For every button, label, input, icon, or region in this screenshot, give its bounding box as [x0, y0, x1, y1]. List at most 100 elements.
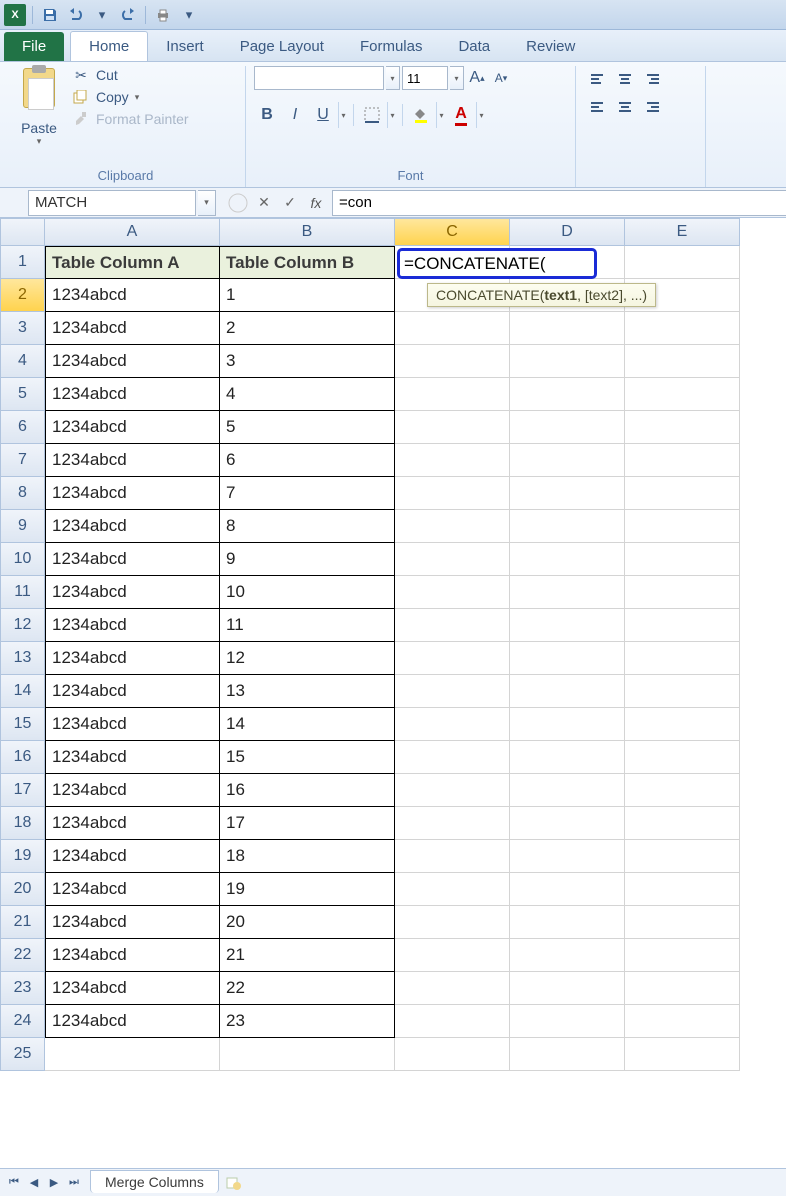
cell-E22[interactable] [625, 939, 740, 972]
cell-A14[interactable]: 1234abcd [45, 675, 220, 708]
row-header[interactable]: 4 [0, 345, 45, 378]
cell-A2[interactable]: 1234abcd [45, 279, 220, 312]
cell-B12[interactable]: 11 [220, 609, 395, 642]
cell-C17[interactable] [395, 774, 510, 807]
undo-button[interactable] [65, 4, 87, 26]
align-bottom-button[interactable] [640, 66, 666, 92]
cell-D7[interactable] [510, 444, 625, 477]
tab-review[interactable]: Review [508, 32, 593, 61]
cell-A9[interactable]: 1234abcd [45, 510, 220, 543]
cell-E9[interactable] [625, 510, 740, 543]
cell-C24[interactable] [395, 1005, 510, 1038]
font-size-selector[interactable]: 11 [402, 66, 448, 90]
cell-C11[interactable] [395, 576, 510, 609]
cell-B9[interactable]: 8 [220, 510, 395, 543]
row-header[interactable]: 24 [0, 1005, 45, 1038]
row-header[interactable]: 21 [0, 906, 45, 939]
cell-B17[interactable]: 16 [220, 774, 395, 807]
cell-E23[interactable] [625, 972, 740, 1005]
font-name-dropdown[interactable]: ▾ [386, 66, 400, 90]
row-header[interactable]: 2 [0, 279, 45, 312]
cell-B15[interactable]: 14 [220, 708, 395, 741]
cell-D4[interactable] [510, 345, 625, 378]
cell-D21[interactable] [510, 906, 625, 939]
cell-C23[interactable] [395, 972, 510, 1005]
cell-C19[interactable] [395, 840, 510, 873]
column-header-D[interactable]: D [510, 218, 625, 246]
cell-D18[interactable] [510, 807, 625, 840]
row-header[interactable]: 19 [0, 840, 45, 873]
name-box-dropdown[interactable]: ▾ [198, 190, 216, 216]
align-middle-button[interactable] [612, 66, 638, 92]
row-header[interactable]: 8 [0, 477, 45, 510]
cell-E14[interactable] [625, 675, 740, 708]
cell-C25[interactable] [395, 1038, 510, 1071]
cell-C9[interactable] [395, 510, 510, 543]
cell-A24[interactable]: 1234abcd [45, 1005, 220, 1038]
print-button[interactable] [152, 4, 174, 26]
cell-C21[interactable] [395, 906, 510, 939]
row-header[interactable]: 14 [0, 675, 45, 708]
align-center-button[interactable] [612, 94, 638, 120]
cell-E25[interactable] [625, 1038, 740, 1071]
select-all-corner[interactable] [0, 218, 45, 246]
cell-A13[interactable]: 1234abcd [45, 642, 220, 675]
redo-button[interactable] [117, 4, 139, 26]
sheet-tab-active[interactable]: Merge Columns [90, 1170, 219, 1193]
cell-D22[interactable] [510, 939, 625, 972]
save-button[interactable] [39, 4, 61, 26]
font-color-dropdown[interactable]: ▾ [476, 102, 486, 128]
sheet-nav-first[interactable]: ⏮ [4, 1173, 24, 1193]
borders-button[interactable] [359, 102, 385, 128]
row-header[interactable]: 10 [0, 543, 45, 576]
cell-E18[interactable] [625, 807, 740, 840]
cell-B14[interactable]: 13 [220, 675, 395, 708]
sheet-nav-next[interactable]: ▶ [44, 1173, 64, 1193]
cell-A5[interactable]: 1234abcd [45, 378, 220, 411]
cell-C12[interactable] [395, 609, 510, 642]
row-header[interactable]: 17 [0, 774, 45, 807]
row-header[interactable]: 6 [0, 411, 45, 444]
cell-A15[interactable]: 1234abcd [45, 708, 220, 741]
underline-button[interactable]: U [310, 102, 336, 128]
row-header[interactable]: 7 [0, 444, 45, 477]
cell-C16[interactable] [395, 741, 510, 774]
cell-A19[interactable]: 1234abcd [45, 840, 220, 873]
cell-A11[interactable]: 1234abcd [45, 576, 220, 609]
cell-C6[interactable] [395, 411, 510, 444]
qat-customize-dropdown[interactable]: ▾ [178, 4, 200, 26]
cell-E5[interactable] [625, 378, 740, 411]
cell-D11[interactable] [510, 576, 625, 609]
formula-bar-input[interactable]: =con [332, 190, 786, 216]
cell-E16[interactable] [625, 741, 740, 774]
cell-C5[interactable] [395, 378, 510, 411]
cell-E3[interactable] [625, 312, 740, 345]
cell-B22[interactable]: 21 [220, 939, 395, 972]
cell-A18[interactable]: 1234abcd [45, 807, 220, 840]
increase-font-button[interactable]: A▴ [466, 66, 488, 90]
row-header[interactable]: 20 [0, 873, 45, 906]
cell-E8[interactable] [625, 477, 740, 510]
cell-B3[interactable]: 2 [220, 312, 395, 345]
row-header[interactable]: 25 [0, 1038, 45, 1071]
align-left-button[interactable] [584, 94, 610, 120]
cell-C7[interactable] [395, 444, 510, 477]
cell-A16[interactable]: 1234abcd [45, 741, 220, 774]
cell-B4[interactable]: 3 [220, 345, 395, 378]
formula-cancel-x[interactable]: ✕ [252, 190, 276, 216]
row-header[interactable]: 16 [0, 741, 45, 774]
cell-editor[interactable]: =CONCATENATE( [397, 248, 597, 279]
cell-E17[interactable] [625, 774, 740, 807]
cell-A22[interactable]: 1234abcd [45, 939, 220, 972]
cell-B18[interactable]: 17 [220, 807, 395, 840]
sheet-nav-last[interactable]: ⏭ [64, 1173, 84, 1193]
cell-A3[interactable]: 1234abcd [45, 312, 220, 345]
cell-D8[interactable] [510, 477, 625, 510]
cell-E10[interactable] [625, 543, 740, 576]
cell-C20[interactable] [395, 873, 510, 906]
name-box[interactable]: MATCH [28, 190, 196, 216]
cell-C3[interactable] [395, 312, 510, 345]
column-header-B[interactable]: B [220, 218, 395, 246]
cell-B24[interactable]: 23 [220, 1005, 395, 1038]
cell-D24[interactable] [510, 1005, 625, 1038]
